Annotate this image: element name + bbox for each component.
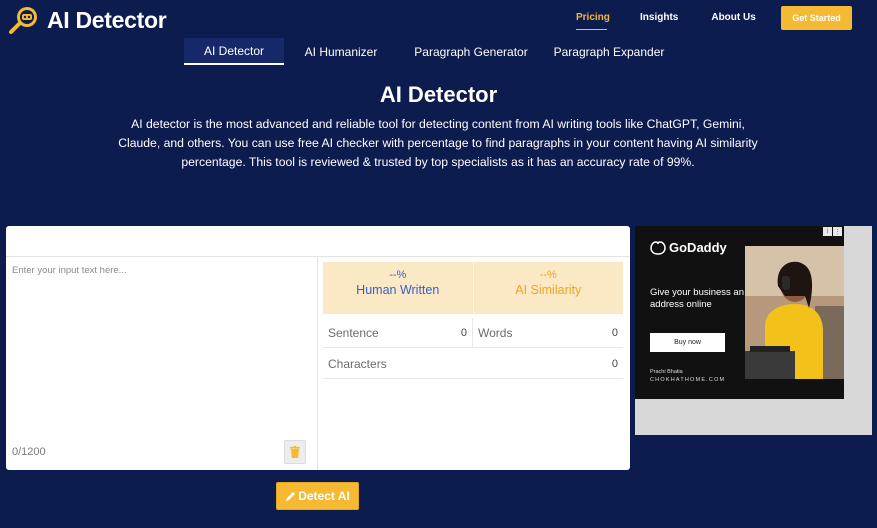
detect-ai-button[interactable]: Detect AI <box>276 482 359 510</box>
tab-paragraph-expander[interactable]: Paragraph Expander <box>544 38 674 65</box>
stats-row-1: Sentence 0 Words 0 <box>323 318 623 348</box>
brand-name: AI Detector <box>47 6 167 33</box>
ai-score-label: AI Similarity <box>515 283 582 297</box>
human-score-label: Human Written <box>356 283 440 297</box>
ad-site: CHOKHATHOME.COM <box>650 377 726 383</box>
nav-about-us[interactable]: About Us <box>711 12 755 30</box>
human-score: --% Human Written <box>323 262 474 314</box>
ad-info[interactable]: i ⋮ <box>823 227 842 236</box>
stats-row-2: Characters 0 <box>323 349 623 379</box>
sentence-stat: Sentence 0 <box>323 318 473 347</box>
clear-button[interactable] <box>284 440 306 464</box>
panel-toolbar <box>6 226 630 257</box>
characters-label: Characters <box>328 356 387 371</box>
sentence-count: 0 <box>460 326 467 339</box>
nav-pricing[interactable]: Pricing <box>576 12 610 30</box>
page-description: AI detector is the most advanced and rel… <box>118 117 758 169</box>
ai-score: --% AI Similarity <box>474 262 624 314</box>
detect-ai-label: Detect AI <box>298 489 350 503</box>
words-count: 0 <box>611 326 618 339</box>
sentence-label: Sentence <box>328 325 379 340</box>
ad-headline: Give your business an address online <box>650 287 744 310</box>
godaddy-logo-icon <box>650 240 666 255</box>
ad-info-icon[interactable]: i <box>823 227 832 236</box>
result-section: --% Human Written --% AI Similarity Sent… <box>319 257 630 470</box>
get-started-button[interactable]: Get Started <box>781 6 852 30</box>
characters-stat: Characters 0 <box>323 349 623 378</box>
words-label: Words <box>478 325 513 340</box>
score-box: --% Human Written --% AI Similarity <box>323 262 623 314</box>
ad-buy-now-button[interactable]: Buy now <box>650 333 725 352</box>
ad-banner[interactable]: GoDaddy Give your business an address on… <box>635 226 844 399</box>
ad-brand-name: GoDaddy <box>669 240 727 255</box>
trash-icon <box>290 446 300 458</box>
top-nav: Pricing Insights About Us <box>576 12 756 30</box>
characters-count: 0 <box>611 357 618 370</box>
tab-ai-detector[interactable]: AI Detector <box>184 38 284 65</box>
ad-container: GoDaddy Give your business an address on… <box>635 226 872 435</box>
ad-person-name: Prachi Bhatia <box>650 369 683 375</box>
ai-score-value: --% <box>539 269 557 281</box>
text-input[interactable] <box>6 257 317 427</box>
tab-ai-humanizer[interactable]: AI Humanizer <box>284 38 398 65</box>
tab-paragraph-generator[interactable]: Paragraph Generator <box>398 38 544 65</box>
tool-tabs: AI Detector AI Humanizer Paragraph Gener… <box>184 38 674 65</box>
human-score-value: --% <box>389 269 407 281</box>
page-title: AI Detector <box>379 82 498 107</box>
character-counter: 0/1200 <box>12 446 46 458</box>
ad-close-icon[interactable]: ⋮ <box>833 227 842 236</box>
nav-insights[interactable]: Insights <box>640 12 678 30</box>
logo[interactable]: AI Detector <box>8 6 167 34</box>
detector-panel: 0/1200 --% Human Written --% AI Similari… <box>6 226 630 470</box>
ad-photo <box>745 246 844 379</box>
words-stat: Words 0 <box>473 318 623 347</box>
input-section: 0/1200 <box>6 257 318 470</box>
magnifier-robot-icon <box>8 6 44 34</box>
pencil-icon <box>286 491 296 501</box>
ad-brand: GoDaddy <box>650 240 727 255</box>
